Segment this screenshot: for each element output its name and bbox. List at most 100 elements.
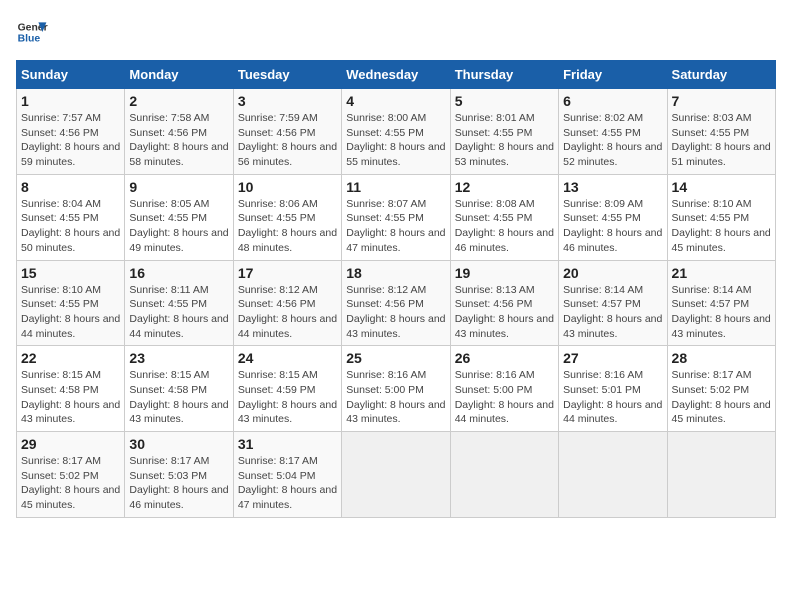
day-number: 28 <box>672 350 771 366</box>
day-number: 17 <box>238 265 337 281</box>
calendar-cell: 3 Sunrise: 7:59 AMSunset: 4:56 PMDayligh… <box>233 89 341 175</box>
calendar-cell <box>559 432 667 518</box>
day-detail: Sunrise: 8:10 AMSunset: 4:55 PMDaylight:… <box>672 198 771 254</box>
day-detail: Sunrise: 8:16 AMSunset: 5:01 PMDaylight:… <box>563 369 662 425</box>
day-number: 1 <box>21 93 120 109</box>
calendar-cell: 6 Sunrise: 8:02 AMSunset: 4:55 PMDayligh… <box>559 89 667 175</box>
calendar-table: SundayMondayTuesdayWednesdayThursdayFrid… <box>16 60 776 518</box>
day-detail: Sunrise: 8:10 AMSunset: 4:55 PMDaylight:… <box>21 284 120 340</box>
day-detail: Sunrise: 8:12 AMSunset: 4:56 PMDaylight:… <box>238 284 337 340</box>
day-detail: Sunrise: 8:16 AMSunset: 5:00 PMDaylight:… <box>346 369 445 425</box>
calendar-cell: 28 Sunrise: 8:17 AMSunset: 5:02 PMDaylig… <box>667 346 775 432</box>
calendar-cell: 7 Sunrise: 8:03 AMSunset: 4:55 PMDayligh… <box>667 89 775 175</box>
weekday-header-cell: Friday <box>559 61 667 89</box>
day-detail: Sunrise: 8:04 AMSunset: 4:55 PMDaylight:… <box>21 198 120 254</box>
calendar-cell: 9 Sunrise: 8:05 AMSunset: 4:55 PMDayligh… <box>125 174 233 260</box>
day-detail: Sunrise: 8:11 AMSunset: 4:55 PMDaylight:… <box>129 284 228 340</box>
calendar-cell: 12 Sunrise: 8:08 AMSunset: 4:55 PMDaylig… <box>450 174 558 260</box>
weekday-header-cell: Tuesday <box>233 61 341 89</box>
calendar-cell: 30 Sunrise: 8:17 AMSunset: 5:03 PMDaylig… <box>125 432 233 518</box>
day-detail: Sunrise: 8:02 AMSunset: 4:55 PMDaylight:… <box>563 112 662 168</box>
calendar-row: 22 Sunrise: 8:15 AMSunset: 4:58 PMDaylig… <box>17 346 776 432</box>
calendar-cell: 8 Sunrise: 8:04 AMSunset: 4:55 PMDayligh… <box>17 174 125 260</box>
calendar-row: 15 Sunrise: 8:10 AMSunset: 4:55 PMDaylig… <box>17 260 776 346</box>
calendar-cell: 18 Sunrise: 8:12 AMSunset: 4:56 PMDaylig… <box>342 260 450 346</box>
day-detail: Sunrise: 7:57 AMSunset: 4:56 PMDaylight:… <box>21 112 120 168</box>
weekday-header-cell: Saturday <box>667 61 775 89</box>
calendar-cell <box>342 432 450 518</box>
calendar-cell <box>667 432 775 518</box>
day-detail: Sunrise: 8:14 AMSunset: 4:57 PMDaylight:… <box>672 284 771 340</box>
calendar-cell: 13 Sunrise: 8:09 AMSunset: 4:55 PMDaylig… <box>559 174 667 260</box>
day-number: 21 <box>672 265 771 281</box>
day-detail: Sunrise: 8:09 AMSunset: 4:55 PMDaylight:… <box>563 198 662 254</box>
day-detail: Sunrise: 8:17 AMSunset: 5:04 PMDaylight:… <box>238 455 337 511</box>
day-number: 11 <box>346 179 445 195</box>
day-number: 13 <box>563 179 662 195</box>
day-detail: Sunrise: 8:06 AMSunset: 4:55 PMDaylight:… <box>238 198 337 254</box>
calendar-cell: 19 Sunrise: 8:13 AMSunset: 4:56 PMDaylig… <box>450 260 558 346</box>
calendar-cell: 21 Sunrise: 8:14 AMSunset: 4:57 PMDaylig… <box>667 260 775 346</box>
day-number: 30 <box>129 436 228 452</box>
calendar-cell: 15 Sunrise: 8:10 AMSunset: 4:55 PMDaylig… <box>17 260 125 346</box>
calendar-cell: 4 Sunrise: 8:00 AMSunset: 4:55 PMDayligh… <box>342 89 450 175</box>
calendar-cell: 25 Sunrise: 8:16 AMSunset: 5:00 PMDaylig… <box>342 346 450 432</box>
day-number: 12 <box>455 179 554 195</box>
logo: General Blue <box>16 16 48 48</box>
calendar-cell: 26 Sunrise: 8:16 AMSunset: 5:00 PMDaylig… <box>450 346 558 432</box>
day-number: 26 <box>455 350 554 366</box>
day-detail: Sunrise: 8:07 AMSunset: 4:55 PMDaylight:… <box>346 198 445 254</box>
day-number: 6 <box>563 93 662 109</box>
calendar-cell: 24 Sunrise: 8:15 AMSunset: 4:59 PMDaylig… <box>233 346 341 432</box>
calendar-cell: 22 Sunrise: 8:15 AMSunset: 4:58 PMDaylig… <box>17 346 125 432</box>
calendar-row: 1 Sunrise: 7:57 AMSunset: 4:56 PMDayligh… <box>17 89 776 175</box>
day-detail: Sunrise: 8:15 AMSunset: 4:58 PMDaylight:… <box>21 369 120 425</box>
day-detail: Sunrise: 8:12 AMSunset: 4:56 PMDaylight:… <box>346 284 445 340</box>
day-detail: Sunrise: 8:17 AMSunset: 5:02 PMDaylight:… <box>672 369 771 425</box>
calendar-row: 29 Sunrise: 8:17 AMSunset: 5:02 PMDaylig… <box>17 432 776 518</box>
day-detail: Sunrise: 8:00 AMSunset: 4:55 PMDaylight:… <box>346 112 445 168</box>
day-detail: Sunrise: 8:13 AMSunset: 4:56 PMDaylight:… <box>455 284 554 340</box>
day-number: 14 <box>672 179 771 195</box>
day-number: 3 <box>238 93 337 109</box>
day-number: 7 <box>672 93 771 109</box>
day-number: 18 <box>346 265 445 281</box>
calendar-cell: 29 Sunrise: 8:17 AMSunset: 5:02 PMDaylig… <box>17 432 125 518</box>
day-number: 8 <box>21 179 120 195</box>
calendar-body: 1 Sunrise: 7:57 AMSunset: 4:56 PMDayligh… <box>17 89 776 518</box>
day-number: 27 <box>563 350 662 366</box>
calendar-cell: 11 Sunrise: 8:07 AMSunset: 4:55 PMDaylig… <box>342 174 450 260</box>
day-number: 20 <box>563 265 662 281</box>
day-number: 4 <box>346 93 445 109</box>
weekday-header-row: SundayMondayTuesdayWednesdayThursdayFrid… <box>17 61 776 89</box>
calendar-cell: 5 Sunrise: 8:01 AMSunset: 4:55 PMDayligh… <box>450 89 558 175</box>
day-number: 2 <box>129 93 228 109</box>
day-number: 25 <box>346 350 445 366</box>
day-detail: Sunrise: 8:01 AMSunset: 4:55 PMDaylight:… <box>455 112 554 168</box>
calendar-cell: 14 Sunrise: 8:10 AMSunset: 4:55 PMDaylig… <box>667 174 775 260</box>
calendar-cell: 17 Sunrise: 8:12 AMSunset: 4:56 PMDaylig… <box>233 260 341 346</box>
weekday-header-cell: Monday <box>125 61 233 89</box>
calendar-cell: 2 Sunrise: 7:58 AMSunset: 4:56 PMDayligh… <box>125 89 233 175</box>
day-number: 9 <box>129 179 228 195</box>
calendar-cell: 10 Sunrise: 8:06 AMSunset: 4:55 PMDaylig… <box>233 174 341 260</box>
calendar-cell: 1 Sunrise: 7:57 AMSunset: 4:56 PMDayligh… <box>17 89 125 175</box>
day-number: 24 <box>238 350 337 366</box>
day-detail: Sunrise: 8:17 AMSunset: 5:03 PMDaylight:… <box>129 455 228 511</box>
calendar-cell <box>450 432 558 518</box>
day-number: 29 <box>21 436 120 452</box>
calendar-row: 8 Sunrise: 8:04 AMSunset: 4:55 PMDayligh… <box>17 174 776 260</box>
day-detail: Sunrise: 7:58 AMSunset: 4:56 PMDaylight:… <box>129 112 228 168</box>
calendar-cell: 20 Sunrise: 8:14 AMSunset: 4:57 PMDaylig… <box>559 260 667 346</box>
day-detail: Sunrise: 8:05 AMSunset: 4:55 PMDaylight:… <box>129 198 228 254</box>
day-number: 22 <box>21 350 120 366</box>
calendar-cell: 23 Sunrise: 8:15 AMSunset: 4:58 PMDaylig… <box>125 346 233 432</box>
day-detail: Sunrise: 8:15 AMSunset: 4:58 PMDaylight:… <box>129 369 228 425</box>
weekday-header-cell: Thursday <box>450 61 558 89</box>
day-detail: Sunrise: 8:16 AMSunset: 5:00 PMDaylight:… <box>455 369 554 425</box>
calendar-cell: 16 Sunrise: 8:11 AMSunset: 4:55 PMDaylig… <box>125 260 233 346</box>
day-number: 31 <box>238 436 337 452</box>
day-detail: Sunrise: 7:59 AMSunset: 4:56 PMDaylight:… <box>238 112 337 168</box>
day-number: 15 <box>21 265 120 281</box>
calendar-cell: 27 Sunrise: 8:16 AMSunset: 5:01 PMDaylig… <box>559 346 667 432</box>
